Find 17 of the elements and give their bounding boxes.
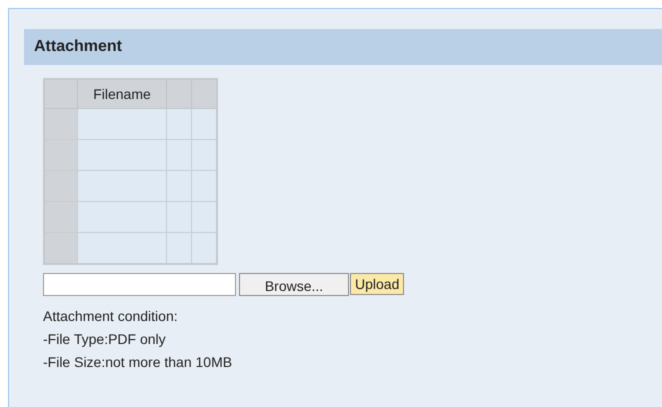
browse-button[interactable]: Browse... xyxy=(239,273,349,296)
row-selector[interactable] xyxy=(44,140,78,170)
row-selector[interactable] xyxy=(44,170,78,202)
section-title: Attachment xyxy=(34,38,122,56)
condition-text: -File Type:PDF only xyxy=(43,331,166,347)
row-selector[interactable] xyxy=(44,202,78,232)
table-cell xyxy=(166,108,192,140)
row-selector[interactable] xyxy=(44,232,78,264)
table-cell xyxy=(166,170,192,202)
column-header: Filename xyxy=(78,79,166,108)
table-cell xyxy=(166,140,192,170)
upload-button[interactable]: Upload xyxy=(350,273,404,295)
file-path-field[interactable] xyxy=(43,273,236,296)
row-selector[interactable] xyxy=(44,108,78,140)
condition-text: Attachment condition: xyxy=(43,308,178,324)
condition-text: -File Size:not more than 10MB xyxy=(43,354,232,370)
table-cell xyxy=(166,202,192,232)
